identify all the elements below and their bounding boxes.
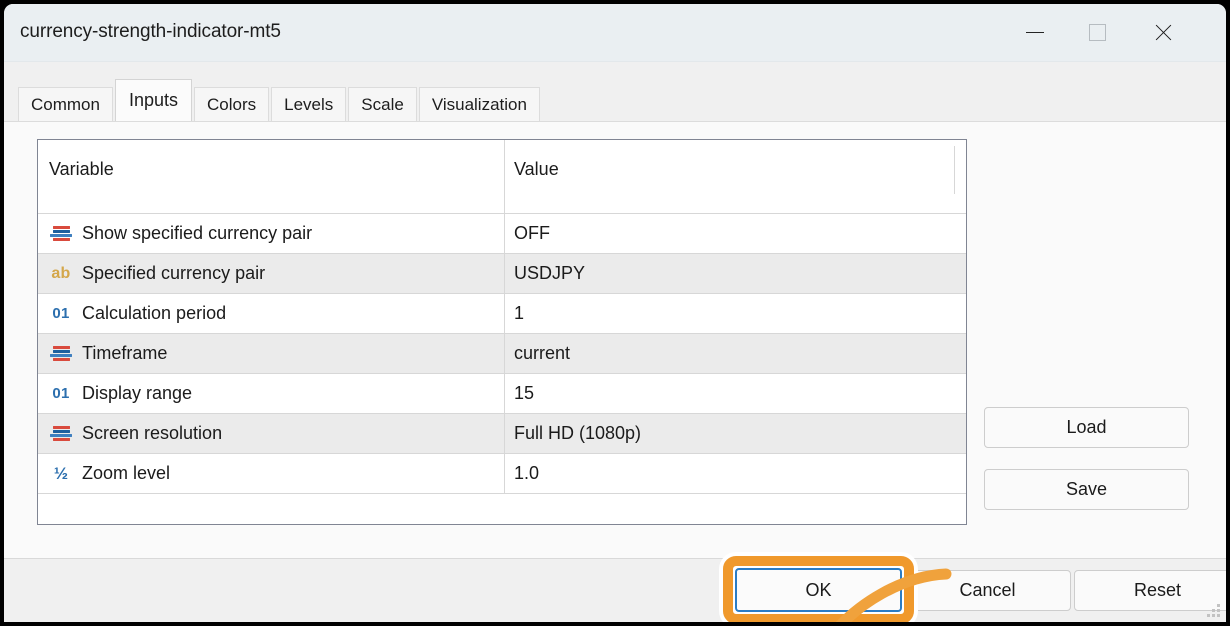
row-value-cell[interactable]: 1: [504, 303, 966, 324]
column-divider: [504, 294, 505, 333]
minimize-icon: [1026, 31, 1044, 33]
row-value-cell[interactable]: Full HD (1080p): [504, 423, 966, 444]
tab-scale[interactable]: Scale: [348, 87, 417, 121]
row-variable-label: Show specified currency pair: [82, 223, 313, 243]
reset-button[interactable]: Reset: [1074, 570, 1226, 611]
table-row[interactable]: 01 Display range 15: [38, 374, 966, 414]
close-button[interactable]: [1132, 4, 1194, 60]
settings-dialog-window: currency-strength-indicator-mt5 Common I…: [4, 4, 1226, 622]
enum-list-icon: [49, 343, 73, 365]
ok-button[interactable]: OK: [735, 568, 902, 612]
column-divider: [504, 374, 505, 413]
maximize-button[interactable]: [1066, 4, 1128, 60]
header-variable: Variable: [49, 159, 114, 179]
table-row[interactable]: 01 Calculation period 1: [38, 294, 966, 334]
column-divider: [504, 214, 505, 253]
save-button[interactable]: Save: [984, 469, 1189, 510]
table-row[interactable]: Timeframe current: [38, 334, 966, 374]
row-variable-cell: ab Specified currency pair: [38, 263, 504, 285]
row-value-cell[interactable]: current: [504, 343, 966, 364]
row-variable-cell: 01 Calculation period: [38, 303, 504, 325]
table-row[interactable]: Screen resolution Full HD (1080p): [38, 414, 966, 454]
tab-visualization[interactable]: Visualization: [418, 87, 540, 121]
table-row[interactable]: ab Specified currency pair USDJPY: [38, 254, 966, 294]
load-button[interactable]: Load: [984, 407, 1189, 448]
string-ab-icon: ab: [51, 264, 71, 282]
row-variable-label: Zoom level: [82, 463, 171, 483]
row-value-cell[interactable]: OFF: [504, 223, 966, 244]
column-divider: [504, 414, 505, 453]
column-divider: [504, 454, 505, 493]
column-divider: [504, 334, 505, 373]
tab-common[interactable]: Common: [18, 87, 113, 121]
enum-list-icon: [49, 223, 73, 245]
inputs-table[interactable]: Variable Value Show specified currency p…: [37, 139, 967, 525]
column-divider: [504, 254, 505, 293]
tab-inputs[interactable]: Inputs: [114, 79, 193, 121]
tab-colors[interactable]: Colors: [194, 87, 270, 121]
integer-01-icon: 01: [52, 305, 70, 322]
table-empty-row: [38, 494, 966, 524]
enum-list-icon: [49, 423, 73, 445]
double-half-icon: ½: [53, 464, 69, 483]
window-title: currency-strength-indicator-mt5: [20, 21, 281, 42]
inputs-panel: Variable Value Show specified currency p…: [4, 121, 1226, 622]
resize-grip[interactable]: [1207, 604, 1221, 618]
row-variable-label: Specified currency pair: [82, 263, 266, 283]
maximize-icon: [1088, 23, 1106, 41]
tab-list: Common Inputs Colors Levels Scale Visual…: [18, 79, 542, 121]
table-row[interactable]: Show specified currency pair OFF: [38, 214, 966, 254]
row-value-cell[interactable]: 1.0: [504, 463, 966, 484]
row-variable-label: Timeframe: [82, 343, 168, 363]
row-variable-cell: Timeframe: [38, 343, 504, 365]
table-row[interactable]: ½ Zoom level 1.0: [38, 454, 966, 494]
minimize-button[interactable]: [1004, 4, 1066, 60]
table-header-row: Variable Value: [38, 140, 966, 214]
dialog-footer: OK Cancel Reset: [4, 556, 1226, 622]
row-variable-cell: ½ Zoom level: [38, 463, 504, 485]
row-variable-cell: 01 Display range: [38, 383, 504, 405]
row-value-cell[interactable]: 15: [504, 383, 966, 404]
tab-levels[interactable]: Levels: [271, 87, 347, 121]
row-variable-cell: Show specified currency pair: [38, 223, 504, 245]
header-right-tick: [954, 146, 955, 194]
row-value-cell[interactable]: USDJPY: [504, 263, 966, 284]
cancel-button[interactable]: Cancel: [904, 570, 1071, 611]
header-value: Value: [514, 159, 559, 179]
row-variable-cell: Screen resolution: [38, 423, 504, 445]
row-variable-label: Screen resolution: [82, 423, 223, 443]
row-variable-label: Display range: [82, 383, 193, 403]
row-variable-label: Calculation period: [82, 303, 227, 323]
close-icon: [1153, 22, 1174, 43]
column-divider: [504, 140, 505, 213]
title-bar: currency-strength-indicator-mt5: [4, 4, 1226, 62]
integer-01-icon: 01: [52, 385, 70, 402]
tab-strip: Common Inputs Colors Levels Scale Visual…: [4, 62, 1226, 121]
